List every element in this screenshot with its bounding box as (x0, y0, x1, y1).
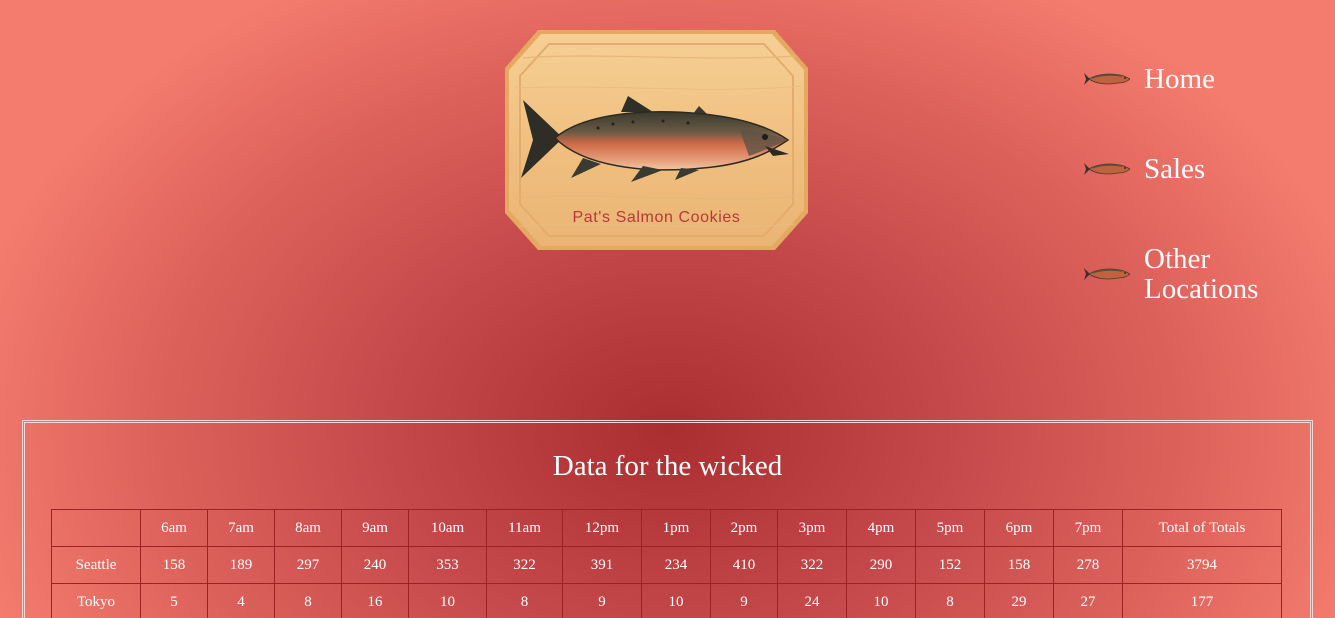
table-header-cell: 5pm (915, 509, 985, 547)
row-location-name: Tokyo (51, 583, 141, 618)
table-cell: 322 (777, 546, 847, 584)
table-cell: 240 (341, 546, 409, 584)
section-title: Data for the wicked (552, 450, 783, 482)
table-header-cell: 11am (486, 509, 563, 547)
table-cell: 29 (984, 583, 1054, 618)
nav-label-other-locations: Other Locations (1144, 243, 1259, 305)
table-cell: 5 (140, 583, 208, 618)
table-cell: 152 (915, 546, 985, 584)
table-header-cell: 8am (274, 509, 342, 547)
table-row: Seattle 158 189 297 240 353 322 391 234 410 322 290… (51, 546, 1282, 584)
salmon-icon (1084, 163, 1130, 175)
table-header-cell: Total of Totals (1122, 509, 1282, 547)
table-header-cell: 9am (341, 509, 409, 547)
table-cell: 353 (408, 546, 487, 584)
table-cell: 4 (207, 583, 275, 618)
table-cell: 8 (915, 583, 985, 618)
salmon-icon (1084, 73, 1130, 85)
data-section: Data for the wicked 6am 7am 8am 9am 10am 11am… (22, 420, 1313, 618)
table-cell: 322 (486, 546, 563, 584)
table-header-row: 6am 7am 8am 9am 10am 11am 12pm 1pm 2pm 3pm 4pm 5pm 6… (51, 509, 1282, 547)
table-cell: 410 (710, 546, 778, 584)
table-row: Tokyo 5 4 8 16 10 8 9 10 9 24 10 8 29 27 177 (51, 583, 1282, 618)
table-cell: 297 (274, 546, 342, 584)
salmon-icon (1084, 268, 1130, 280)
main-nav: Home Sales Other Locations (1084, 0, 1324, 330)
table-cell: 16 (341, 583, 409, 618)
table-cell: 234 (641, 546, 711, 584)
table-cell: 24 (777, 583, 847, 618)
table-cell: 158 (140, 546, 208, 584)
table-header-cell: 4pm (846, 509, 916, 547)
table-cell: 290 (846, 546, 916, 584)
table-cell: 391 (562, 546, 642, 584)
table-header-cell: 12pm (562, 509, 642, 547)
table-cell: 9 (710, 583, 778, 618)
table-cell: 10 (641, 583, 711, 618)
logo-text: Pat's Salmon Cookies (572, 209, 741, 226)
nav-item-other-locations[interactable]: Other Locations (1084, 244, 1284, 304)
nav-item-sales[interactable]: Sales (1084, 154, 1205, 184)
table-header-cell: 3pm (777, 509, 847, 547)
table-cell: 9 (562, 583, 642, 618)
table-cell: 10 (846, 583, 916, 618)
table-cell: 3794 (1122, 546, 1282, 584)
logo: Pat's Salmon Cookies (503, 28, 810, 252)
table-header-cell: 10am (408, 509, 487, 547)
table-header-cell: 7pm (1053, 509, 1123, 547)
table-cell: 189 (207, 546, 275, 584)
table-header-cell: 6pm (984, 509, 1054, 547)
table-header-cell: 6am (140, 509, 208, 547)
nav-item-home[interactable]: Home (1084, 64, 1215, 94)
table-body: Seattle 158 189 297 240 353 322 391 234 410 322 290… (51, 546, 1282, 618)
table-cell: 8 (274, 583, 342, 618)
table-cell: 27 (1053, 583, 1123, 618)
table-header-cell: 1pm (641, 509, 711, 547)
sales-table: 6am 7am 8am 9am 10am 11am 12pm 1pm 2pm 3pm 4pm 5pm 6… (51, 509, 1282, 618)
table-cell: 278 (1053, 546, 1123, 584)
table-cell: 10 (408, 583, 487, 618)
table-cell: 8 (486, 583, 563, 618)
table-cell: 158 (984, 546, 1054, 584)
nav-label-home: Home (1144, 63, 1215, 95)
table-header-cell: 2pm (710, 509, 778, 547)
row-location-name: Seattle (51, 546, 141, 584)
table-header-corner (51, 509, 141, 547)
nav-label-sales: Sales (1144, 153, 1206, 185)
table-cell: 177 (1122, 583, 1282, 618)
table-header-cell: 7am (207, 509, 275, 547)
